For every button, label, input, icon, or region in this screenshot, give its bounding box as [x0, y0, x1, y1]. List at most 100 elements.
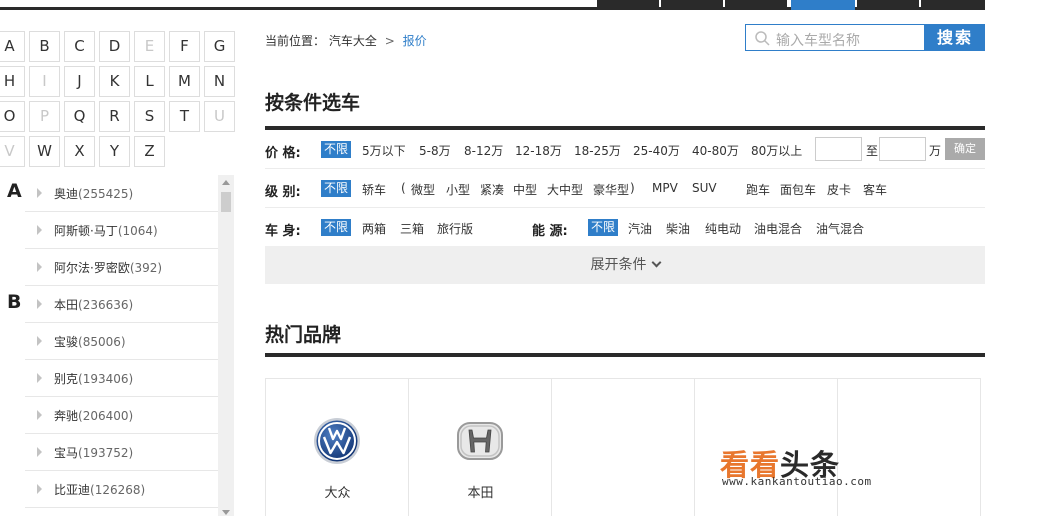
price-option[interactable]: 18-25万	[574, 142, 621, 159]
search-input[interactable]: 输入车型名称	[745, 24, 925, 51]
brand-list-item[interactable]: 比亚迪(126268)	[25, 471, 218, 508]
price-option[interactable]: 不限	[321, 141, 352, 158]
level-option[interactable]: 中型	[513, 181, 537, 198]
energy-option[interactable]: 柴油	[666, 220, 690, 237]
letter-index-s[interactable]: S	[134, 101, 165, 132]
letter-index-l[interactable]: L	[134, 66, 165, 97]
letter-index-h[interactable]: H	[0, 66, 25, 97]
nav-tab[interactable]	[921, 0, 985, 10]
level-option: )	[630, 181, 635, 195]
search-button[interactable]: 搜索	[925, 24, 985, 51]
level-option[interactable]: 大中型	[547, 181, 583, 198]
level-option[interactable]: 皮卡	[827, 181, 851, 198]
letter-index-r[interactable]: R	[99, 101, 130, 132]
hot-brand-card[interactable]: 大众	[266, 379, 409, 516]
letter-index-o[interactable]: O	[0, 101, 25, 132]
nav-tab[interactable]	[597, 0, 659, 10]
brand-list-item[interactable]: 宝骏(85006)	[25, 323, 218, 360]
level-option[interactable]: 跑车	[746, 181, 770, 198]
body-option[interactable]: 两箱	[362, 220, 386, 237]
energy-option[interactable]: 不限	[588, 219, 619, 236]
breadcrumb-current-link[interactable]: 报价	[403, 34, 427, 48]
letter-index-q[interactable]: Q	[64, 101, 95, 132]
letter-index-c[interactable]: C	[64, 31, 95, 62]
hot-brands-title: 热门品牌	[265, 324, 342, 346]
brand-list-scrollbar[interactable]	[218, 175, 234, 516]
body-option[interactable]: 不限	[321, 219, 352, 236]
level-option[interactable]: 轿车	[362, 181, 386, 198]
price-option[interactable]: 80万以上	[751, 142, 802, 159]
nav-tab[interactable]	[857, 0, 919, 10]
letter-index-k[interactable]: K	[99, 66, 130, 97]
level-option[interactable]: 面包车	[780, 181, 816, 198]
level-option: (	[401, 181, 406, 195]
letter-index-z[interactable]: Z	[134, 136, 165, 167]
chevron-down-icon	[651, 257, 661, 268]
brand-list-item[interactable]: 阿尔法·罗密欧(392)	[25, 249, 218, 286]
level-option[interactable]: SUV	[692, 181, 717, 195]
brand-name: 比亚迪(126268)	[54, 481, 145, 498]
price-min-input[interactable]	[815, 137, 862, 161]
letter-index-n[interactable]: N	[204, 66, 235, 97]
level-option[interactable]: MPV	[652, 181, 678, 195]
letter-index-a[interactable]: A	[0, 31, 25, 62]
letter-index-d[interactable]: D	[99, 31, 130, 62]
letter-index-i: I	[29, 66, 60, 97]
price-option[interactable]: 40-80万	[692, 142, 739, 159]
hot-brand-card[interactable]	[552, 379, 695, 516]
search-placeholder: 输入车型名称	[776, 33, 860, 49]
scroll-down-arrow-icon[interactable]	[222, 510, 230, 515]
brand-list-item[interactable]: 本田(236636)	[25, 286, 218, 323]
letter-index-f[interactable]: F	[169, 31, 200, 62]
energy-option[interactable]: 纯电动	[705, 220, 741, 237]
letter-index-y[interactable]: Y	[99, 136, 130, 167]
letter-index-m[interactable]: M	[169, 66, 200, 97]
hot-brand-card[interactable]	[838, 379, 981, 516]
body-option[interactable]: 旅行版	[437, 220, 473, 237]
level-option[interactable]: 微型	[411, 181, 435, 198]
nav-tab[interactable]	[661, 0, 723, 10]
nav-tab[interactable]	[725, 0, 787, 10]
brand-list-item[interactable]: 阿斯顿·马丁(1064)	[25, 212, 218, 249]
price-option[interactable]: 25-40万	[633, 142, 680, 159]
brand-list-item[interactable]: 奥迪(255425)	[25, 175, 218, 212]
body-option[interactable]: 三箱	[400, 220, 424, 237]
caret-right-icon	[37, 447, 42, 457]
price-max-input[interactable]	[879, 137, 926, 161]
letter-index-w[interactable]: W	[29, 136, 60, 167]
caret-right-icon	[37, 262, 42, 272]
breadcrumb: 当前位置： 汽车大全 > 报价	[265, 32, 427, 49]
price-option[interactable]: 8-12万	[464, 142, 503, 159]
breadcrumb-home-link[interactable]: 汽车大全	[329, 34, 377, 48]
brand-list-item[interactable]: 别克(193406)	[25, 360, 218, 397]
letter-index-j[interactable]: J	[64, 66, 95, 97]
price-option[interactable]: 5-8万	[419, 142, 451, 159]
level-option[interactable]: 豪华型	[593, 181, 629, 198]
volkswagen-logo-icon	[314, 418, 360, 464]
energy-option[interactable]: 油电混合	[754, 220, 802, 237]
letter-index-t[interactable]: T	[169, 101, 200, 132]
letter-index-b[interactable]: B	[29, 31, 60, 62]
nav-tab-active[interactable]	[791, 0, 855, 10]
price-filter-row: 价 格: 至 万 确定 不限 5万以下 5-8万 8-12万 12-18万 18-25万 2…	[265, 130, 985, 169]
price-option[interactable]: 5万以下	[362, 142, 406, 159]
expand-conditions-button[interactable]: 展开条件	[265, 246, 985, 284]
level-option[interactable]: 客车	[863, 181, 887, 198]
level-option[interactable]: 小型	[446, 181, 470, 198]
price-option[interactable]: 12-18万	[515, 142, 562, 159]
brand-list-item[interactable]: 宝马(193752)	[25, 434, 218, 471]
brand-list-item[interactable]: 奔驰(206400)	[25, 397, 218, 434]
scroll-up-arrow-icon[interactable]	[222, 180, 230, 185]
letter-index-x[interactable]: X	[64, 136, 95, 167]
level-option[interactable]: 不限	[321, 180, 352, 197]
letter-index-g[interactable]: G	[204, 31, 235, 62]
price-confirm-button[interactable]: 确定	[945, 138, 985, 160]
hot-brand-card[interactable]: 本田	[409, 379, 552, 516]
level-option[interactable]: 紧凑	[480, 181, 504, 198]
brand-count: (236636)	[78, 298, 134, 312]
brand-name-text: 奥迪	[54, 187, 79, 201]
scroll-thumb[interactable]	[221, 192, 231, 212]
energy-option[interactable]: 汽油	[628, 220, 652, 237]
energy-option[interactable]: 油气混合	[816, 220, 864, 237]
brand-name-text: 宝马	[54, 446, 79, 460]
